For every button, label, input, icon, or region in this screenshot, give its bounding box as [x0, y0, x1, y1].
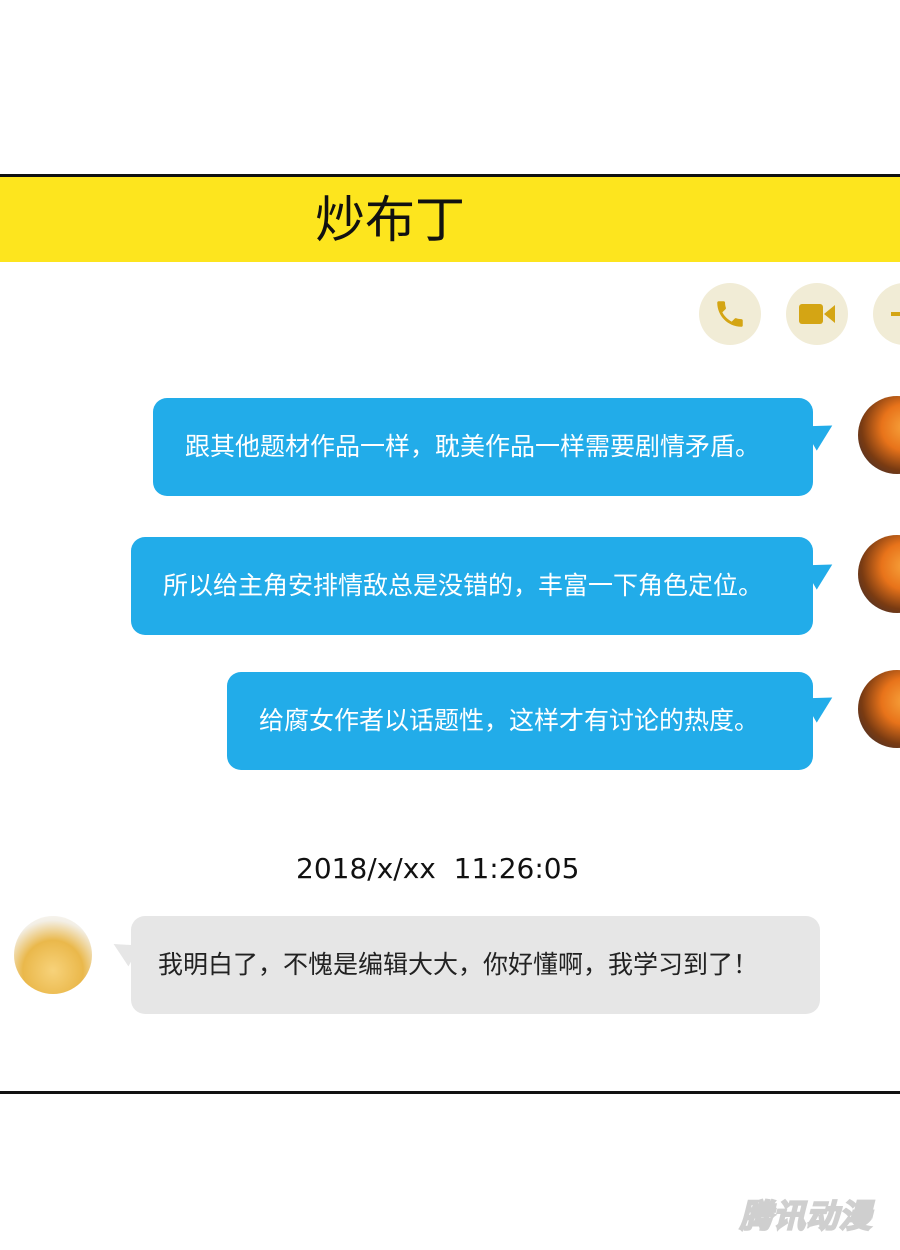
message-bubble-outgoing[interactable]: 所以给主角安排情敌总是没错的，丰富一下角色定位。 — [131, 537, 813, 635]
chat-title: 炒布丁 — [315, 191, 465, 249]
video-icon — [799, 304, 835, 324]
watermark-logo: 腾讯动漫 — [739, 1196, 873, 1236]
message-bubble-outgoing[interactable]: 给腐女作者以话题性，这样才有讨论的热度。 — [227, 672, 813, 770]
avatar-contact[interactable] — [14, 916, 92, 994]
message-text: 我明白了，不愧是编辑大大，你好懂啊，我学习到了！ — [158, 950, 759, 979]
message-bubble-incoming[interactable]: 我明白了，不愧是编辑大大，你好懂啊，我学习到了！ — [131, 916, 820, 1014]
message-text: 所以给主角安排情敌总是没错的，丰富一下角色定位。 — [163, 571, 764, 600]
message-text: 给腐女作者以话题性，这样才有讨论的热度。 — [259, 706, 760, 735]
message-text: 跟其他题材作品一样，耽美作品一样需要剧情矛盾。 — [185, 432, 761, 461]
message-timestamp: 2018/x/xx 11:26:05 — [296, 852, 580, 885]
phone-icon — [717, 301, 743, 327]
video-call-button[interactable] — [786, 283, 848, 345]
message-bubble-outgoing[interactable]: 跟其他题材作品一样，耽美作品一样需要剧情矛盾。 — [153, 398, 813, 496]
plus-icon — [891, 312, 900, 316]
phone-call-button[interactable] — [699, 283, 761, 345]
